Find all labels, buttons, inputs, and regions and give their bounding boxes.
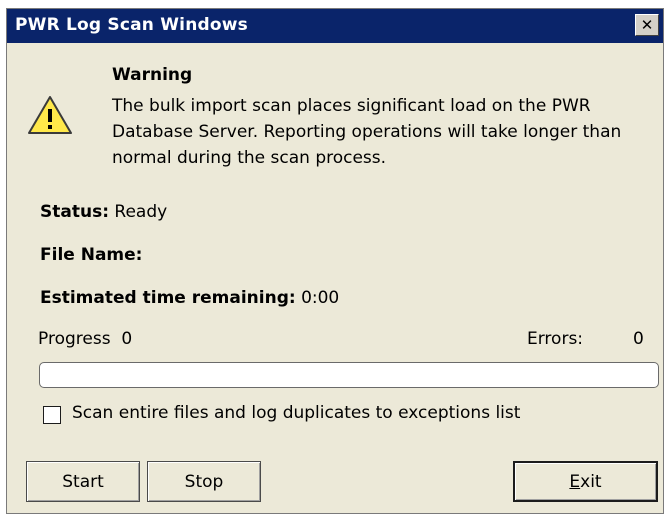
close-button[interactable]: ✕	[635, 14, 659, 36]
estimated-time-value: 0:00	[301, 288, 340, 308]
progress-bar	[39, 362, 659, 388]
exit-mnemonic: E	[569, 471, 581, 492]
status-row: Status: Ready	[40, 202, 167, 222]
window-title: PWR Log Scan Windows	[15, 15, 248, 35]
scan-dialog: PWR Log Scan Windows ✕ Warning The bulk …	[6, 8, 664, 514]
exit-label: xit	[580, 471, 602, 492]
warning-message: The bulk import scan places significant …	[112, 96, 622, 168]
status-value: Ready	[114, 202, 168, 222]
scan-entire-files-checkbox[interactable]	[43, 406, 61, 424]
start-button[interactable]: Start	[26, 461, 140, 502]
scan-entire-files-label[interactable]: Scan entire files and log duplicates to …	[72, 403, 520, 423]
stop-button[interactable]: Stop	[147, 461, 261, 502]
progress-value: 0	[121, 329, 133, 349]
warning-icon	[28, 96, 72, 134]
title-bar[interactable]: PWR Log Scan Windows ✕	[7, 9, 663, 43]
status-label: Status:	[40, 202, 109, 222]
progress-row: Progress 0	[38, 329, 132, 349]
progress-label: Progress	[38, 329, 111, 349]
exit-button[interactable]: Exit	[513, 461, 658, 502]
file-name-row: File Name:	[40, 245, 142, 265]
close-icon: ✕	[640, 16, 654, 34]
estimated-time-label: Estimated time remaining:	[40, 288, 296, 308]
errors-value: 0	[633, 329, 644, 349]
errors-label: Errors:	[527, 329, 584, 349]
warning-heading: Warning	[112, 65, 193, 85]
estimated-time-row: Estimated time remaining: 0:00	[40, 288, 339, 308]
file-name-label: File Name:	[40, 245, 143, 265]
